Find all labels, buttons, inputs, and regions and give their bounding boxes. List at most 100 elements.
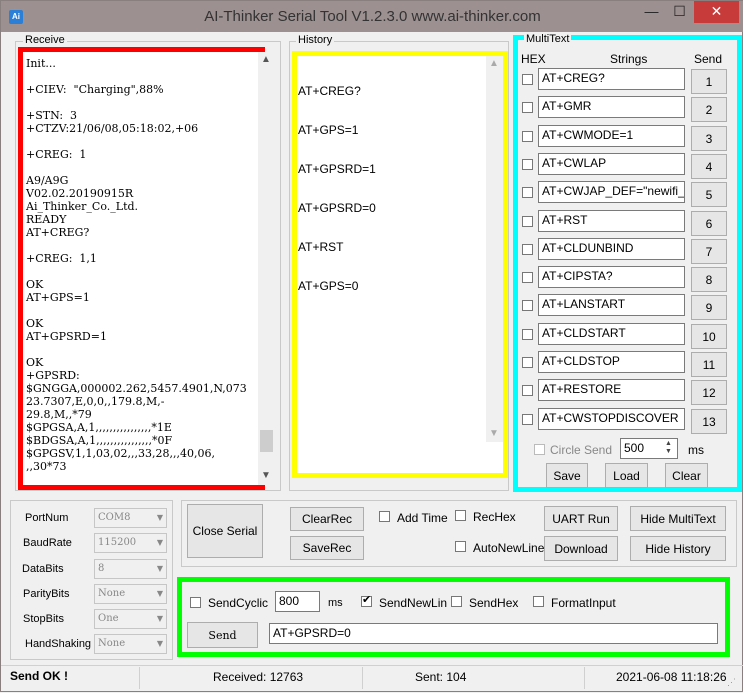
- send-newline-checkbox[interactable]: ✔: [361, 594, 372, 607]
- multitext-send-button[interactable]: 7: [691, 239, 727, 264]
- multitext-send-button[interactable]: 13: [691, 409, 727, 434]
- history-item[interactable]: AT+GPSRD=1: [298, 163, 503, 176]
- multitext-send-button[interactable]: 1: [691, 69, 727, 94]
- scroll-down-icon[interactable]: ▼: [489, 428, 499, 439]
- multitext-string-input[interactable]: AT+CWMODE=1: [538, 125, 685, 147]
- circle-send-checkbox[interactable]: [534, 444, 545, 455]
- title-bar[interactable]: Ai AI-Thinker Serial Tool V1.2.3.0 www.a…: [1, 1, 743, 32]
- multitext-string-input[interactable]: AT+RST: [538, 210, 685, 232]
- paritybits-select[interactable]: None ▼: [94, 584, 167, 604]
- multitext-string-input[interactable]: AT+CWSTOPDISCOVER: [538, 408, 685, 430]
- multitext-hex-checkbox[interactable]: [522, 414, 533, 425]
- history-item[interactable]: AT+GPS=1: [298, 124, 503, 137]
- strings-header: Strings: [610, 52, 648, 66]
- history-item[interactable]: AT+RST: [298, 241, 503, 254]
- history-item[interactable]: AT+GPSRD=0: [298, 202, 503, 215]
- multitext-hex-checkbox[interactable]: [522, 74, 533, 85]
- multitext-hex-checkbox[interactable]: [522, 385, 533, 396]
- scroll-thumb[interactable]: [260, 430, 273, 452]
- scroll-up-icon[interactable]: ▲: [261, 54, 271, 65]
- multitext-string-input[interactable]: AT+CIPSTA?: [538, 266, 685, 288]
- history-scrollbar[interactable]: ▲ ▼: [486, 56, 503, 442]
- multitext-string-input[interactable]: AT+CWJAP_DEF="newifi_: [538, 181, 685, 203]
- close-button[interactable]: ✕: [694, 1, 739, 23]
- multitext-send-button[interactable]: 4: [691, 154, 727, 179]
- databits-select[interactable]: 8 ▼: [94, 559, 167, 579]
- multitext-string-input[interactable]: AT+CLDSTART: [538, 323, 685, 345]
- multitext-send-button[interactable]: 9: [691, 295, 727, 320]
- history-item[interactable]: AT+GPS=0: [298, 280, 503, 293]
- multitext-send-button[interactable]: 2: [691, 97, 727, 122]
- app-window: Ai AI-Thinker Serial Tool V1.2.3.0 www.a…: [0, 0, 743, 692]
- status-separator: [584, 667, 585, 689]
- hide-multitext-button[interactable]: Hide MultiText: [630, 506, 726, 531]
- multitext-hex-checkbox[interactable]: [522, 329, 533, 340]
- add-time-checkbox[interactable]: [379, 511, 390, 522]
- receive-textarea[interactable]: Init... +CIEV: "Charging",88% +STN: 3 +C…: [18, 47, 265, 490]
- multitext-send-button[interactable]: 12: [691, 380, 727, 405]
- cyclic-interval-input[interactable]: 800: [275, 591, 320, 612]
- multitext-hex-checkbox[interactable]: [522, 300, 533, 311]
- send-button[interactable]: Send: [187, 622, 258, 648]
- multitext-string-input[interactable]: AT+CLDUNBIND: [538, 238, 685, 260]
- multitext-hex-checkbox[interactable]: [522, 187, 533, 198]
- multitext-send-button[interactable]: 10: [691, 324, 727, 349]
- maximize-button[interactable]: ☐: [666, 1, 693, 23]
- hide-history-button[interactable]: Hide History: [630, 536, 726, 561]
- multitext-hex-checkbox[interactable]: [522, 216, 533, 227]
- uart-run-button[interactable]: UART Run: [544, 506, 618, 531]
- send-hex-checkbox[interactable]: [451, 596, 462, 607]
- baudrate-label: BaudRate: [23, 537, 72, 549]
- multitext-string-input[interactable]: AT+LANSTART: [538, 294, 685, 316]
- multitext-hex-checkbox[interactable]: [522, 357, 533, 368]
- send-input[interactable]: AT+GPSRD=0: [269, 623, 718, 644]
- receive-scrollbar[interactable]: ▲ ▼: [258, 52, 275, 485]
- clear-rec-button[interactable]: ClearRec: [290, 507, 364, 531]
- close-serial-button[interactable]: Close Serial: [187, 504, 263, 558]
- scroll-up-icon[interactable]: ▲: [489, 58, 499, 69]
- stopbits-select[interactable]: One ▼: [94, 609, 167, 629]
- handshaking-select[interactable]: None ▼: [94, 634, 167, 654]
- chevron-down-icon: ▼: [156, 538, 163, 547]
- multitext-string-input[interactable]: AT+CREG?: [538, 68, 685, 90]
- save-rec-button[interactable]: SaveRec: [290, 536, 364, 560]
- multitext-hex-checkbox[interactable]: [522, 131, 533, 142]
- send-cyclic-checkbox[interactable]: [190, 597, 201, 608]
- history-label: History: [296, 34, 335, 46]
- multitext-label: MultiText: [524, 34, 572, 42]
- rec-hex-checkbox[interactable]: [455, 510, 466, 521]
- multitext-send-button[interactable]: 11: [691, 352, 727, 377]
- multitext-send-button[interactable]: 5: [691, 182, 727, 207]
- history-item[interactable]: AT+CREG?: [298, 85, 503, 98]
- save-button[interactable]: Save: [546, 463, 588, 488]
- chevron-down-icon: ▼: [156, 513, 163, 522]
- portnum-value: COM8: [98, 512, 131, 523]
- download-button[interactable]: Download: [544, 536, 618, 561]
- auto-newline-checkbox[interactable]: [455, 541, 466, 552]
- multitext-hex-checkbox[interactable]: [522, 244, 533, 255]
- multitext-hex-checkbox[interactable]: [522, 102, 533, 113]
- receive-label: Receive: [23, 34, 67, 46]
- multitext-string-input[interactable]: AT+CLDSTOP: [538, 351, 685, 373]
- paritybits-value: None: [98, 588, 126, 599]
- multitext-string-input[interactable]: AT+CWLAP: [538, 153, 685, 175]
- load-button[interactable]: Load: [605, 463, 648, 488]
- multitext-send-button[interactable]: 8: [691, 267, 727, 292]
- sent-count: Sent: 104: [415, 670, 467, 684]
- multitext-string-input[interactable]: AT+GMR: [538, 96, 685, 118]
- minimize-button[interactable]: —: [638, 1, 665, 23]
- received-count: Received: 12763: [213, 670, 304, 684]
- spin-arrows-icon[interactable]: ▲ ▼: [665, 440, 672, 456]
- multitext-hex-checkbox[interactable]: [522, 159, 533, 170]
- resize-grip-icon[interactable]: ⋰: [727, 677, 739, 689]
- clear-button[interactable]: Clear: [665, 463, 708, 488]
- multitext-send-button[interactable]: 6: [691, 211, 727, 236]
- multitext-hex-checkbox[interactable]: [522, 272, 533, 283]
- multitext-send-button[interactable]: 3: [691, 126, 727, 151]
- format-input-checkbox[interactable]: [533, 596, 544, 607]
- baudrate-select[interactable]: 115200 ▼: [94, 533, 167, 553]
- portnum-select[interactable]: COM8 ▼: [94, 508, 167, 528]
- scroll-down-icon[interactable]: ▼: [261, 470, 271, 481]
- multitext-string-input[interactable]: AT+RESTORE: [538, 379, 685, 401]
- history-list[interactable]: AT+CREG? AT+GPS=1 AT+GPSRD=1 AT+GPSRD=0 …: [292, 51, 508, 478]
